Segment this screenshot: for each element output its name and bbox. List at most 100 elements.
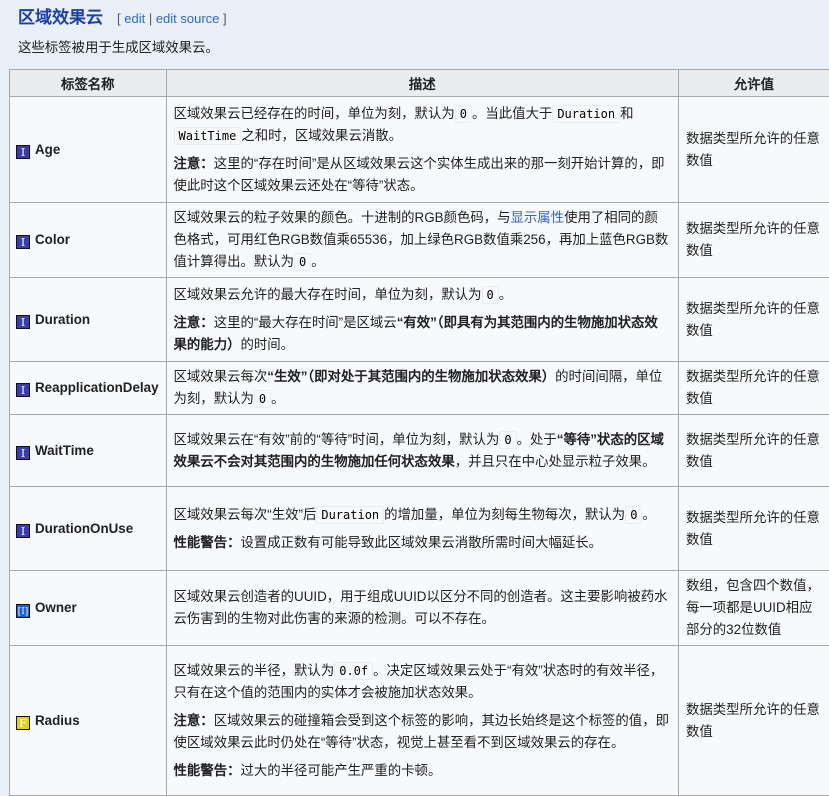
description-text: 。 bbox=[271, 391, 284, 406]
bold-text: “生效”（即对处于其范围内的生物施加状态效果） bbox=[267, 369, 555, 384]
description-text: 区域效果云创造者的UUID，用于组成UUID以区分不同的创造者。这主要影响被药水… bbox=[174, 589, 668, 626]
description-text: 的增加量，单位为刻每生物每次，默认为 bbox=[384, 507, 625, 522]
description-text: 之和时，区域效果云消散。 bbox=[241, 128, 402, 143]
float-tag-icon: F bbox=[16, 716, 30, 730]
intro-text: 这些标签被用于生成区域效果云。 bbox=[18, 36, 219, 56]
tag-name-cell: I Age bbox=[10, 97, 167, 203]
table-row: [I]Owner区域效果云创造者的UUID，用于组成UUID以区分不同的创造者。… bbox=[10, 571, 829, 646]
bold-text: 性能警告： bbox=[174, 763, 241, 778]
description-paragraph: 区域效果云已经存在的时间，单位为刻，默认为0。当此值大于Duration和Wai… bbox=[174, 103, 671, 147]
bold-text: 注意： bbox=[174, 156, 214, 171]
tag-name: Radius bbox=[35, 713, 80, 728]
description-text: 。 bbox=[311, 254, 324, 269]
tag-name-cell: [I]Owner bbox=[10, 571, 167, 646]
header-description: 描述 bbox=[166, 70, 678, 97]
description-text: 的时间。 bbox=[240, 337, 294, 352]
tag-name-cell: I DurationOnUse bbox=[10, 487, 167, 571]
description-text: 。当此值大于 bbox=[472, 106, 552, 121]
inline-code: 0 bbox=[294, 253, 311, 271]
section-heading: 区域效果云 [ edit | edit source ] bbox=[18, 3, 227, 28]
edit-link[interactable]: edit bbox=[124, 11, 145, 26]
allowed-values-cell: 数据类型所允许的任意数值 bbox=[679, 97, 829, 203]
description-paragraph: 区域效果云在“有效”前的“等待”时间，单位为刻，默认为0。处于“等待”状态的区域… bbox=[174, 429, 671, 473]
description-text: 和 bbox=[620, 106, 633, 121]
description-text: 区域效果云的半径，默认为 bbox=[174, 663, 335, 678]
tag-name-cell: I Color bbox=[10, 203, 167, 278]
description-text: ，并且只在中心处显示粒子效果。 bbox=[455, 454, 656, 469]
allowed-values-cell: 数据类型所允许的任意数值 bbox=[679, 415, 829, 487]
separator: | bbox=[145, 11, 156, 26]
tag-name: ReapplicationDelay bbox=[35, 380, 159, 395]
description-text: 。 bbox=[642, 507, 655, 522]
bracket-close: ] bbox=[219, 11, 226, 26]
description-text: 区域效果云的碰撞箱会受到这个标签的影响，其边长始终是这个标签的值，即使区域效果云… bbox=[174, 713, 669, 750]
description-cell: 区域效果云每次“生效”（即对处于其范围内的生物施加状态效果）的时间间隔，单位为刻… bbox=[166, 362, 678, 415]
description-cell: 区域效果云已经存在的时间，单位为刻，默认为0。当此值大于Duration和Wai… bbox=[166, 97, 678, 203]
description-paragraph: 区域效果云每次“生效”后Duration的增加量，单位为刻每生物每次，默认为0。 bbox=[174, 504, 671, 526]
tag-name: WaitTime bbox=[35, 443, 94, 458]
description-cell: 区域效果云创造者的UUID，用于组成UUID以区分不同的创造者。这主要影响被药水… bbox=[166, 571, 678, 646]
bold-text: 注意： bbox=[174, 713, 214, 728]
tag-name: Duration bbox=[35, 312, 90, 327]
allowed-values-cell: 数据类型所允许的任意数值 bbox=[679, 278, 829, 362]
description-cell: 区域效果云的粒子效果的颜色。十进制的RGB颜色码，与显示属性使用了相同的颜色格式… bbox=[166, 203, 678, 278]
table-row: I Color 区域效果云的粒子效果的颜色。十进制的RGB颜色码，与显示属性使用了相… bbox=[10, 203, 829, 278]
int-tag-icon: I bbox=[16, 524, 30, 538]
description-text: 这里的“最大存在时间”是区域云 bbox=[214, 315, 397, 330]
inline-code: 0 bbox=[625, 506, 642, 524]
inline-code: Duration bbox=[552, 105, 620, 123]
description-cell: 区域效果云的半径，默认为0.0f。决定区域效果云处于“有效”状态时的有效半径，只… bbox=[166, 646, 678, 796]
table-row: I DurationOnUse 区域效果云每次“生效”后Duration的增加量，单… bbox=[10, 487, 829, 571]
table-row: F Radius 区域效果云的半径，默认为0.0f。决定区域效果云处于“有效”状态时… bbox=[10, 646, 829, 796]
description-paragraph: 区域效果云创造者的UUID，用于组成UUID以区分不同的创造者。这主要影响被药水… bbox=[174, 586, 671, 630]
header-tag-name: 标签名称 bbox=[10, 70, 167, 97]
description-paragraph: 注意：这里的“存在时间”是从区域效果云这个实体生成出来的那一刻开始计算的，即使此… bbox=[174, 153, 671, 197]
description-paragraph: 注意：这里的“最大存在时间”是区域云“有效”（即具有为其范围内的生物施加状态效果… bbox=[174, 312, 671, 356]
allowed-values-cell: 数据类型所允许的任意数值 bbox=[679, 203, 829, 278]
inline-code: Duration bbox=[316, 506, 384, 524]
int-tag-icon: I bbox=[16, 235, 30, 249]
int-tag-icon: I bbox=[16, 446, 30, 460]
description-cell: 区域效果云在“有效”前的“等待”时间，单位为刻，默认为0。处于“等待”状态的区域… bbox=[166, 415, 678, 487]
description-text: 区域效果云的粒子效果的颜色。十进制的RGB颜色码，与 bbox=[174, 210, 511, 225]
int-array-tag-icon: [I] bbox=[16, 604, 30, 618]
description-text: 过大的半径可能产生严重的卡顿。 bbox=[240, 763, 441, 778]
description-text: 区域效果云在“有效”前的“等待”时间，单位为刻，默认为 bbox=[174, 432, 500, 447]
description-text: 。处于 bbox=[517, 432, 557, 447]
table-row: I ReapplicationDelay 区域效果云每次“生效”（即对处于其范围内的… bbox=[10, 362, 829, 415]
edit-source-link[interactable]: edit source bbox=[156, 11, 220, 26]
table-row: I Age 区域效果云已经存在的时间，单位为刻，默认为0。当此值大于Duration… bbox=[10, 97, 829, 203]
tag-name: Age bbox=[35, 142, 60, 157]
description-text: 这里的“存在时间”是从区域效果云这个实体生成出来的那一刻开始计算的，即使此时这个… bbox=[174, 156, 665, 193]
description-cell: 区域效果云每次“生效”后Duration的增加量，单位为刻每生物每次，默认为0。… bbox=[166, 487, 678, 571]
description-text: 区域效果云已经存在的时间，单位为刻，默认为 bbox=[174, 106, 455, 121]
wiki-link[interactable]: 显示属性 bbox=[511, 210, 565, 225]
tag-table: 标签名称 描述 允许值 IAge区域效果云已经存在的时间，单位为刻，默认为0。当… bbox=[9, 69, 829, 796]
int-tag-icon: I bbox=[16, 145, 30, 159]
description-text: 。 bbox=[499, 287, 512, 302]
tag-name: Color bbox=[35, 232, 70, 247]
edit-links: [ edit | edit source ] bbox=[117, 11, 227, 26]
description-paragraph: 注意：区域效果云的碰撞箱会受到这个标签的影响，其边长始终是这个标签的值，即使区域… bbox=[174, 710, 671, 754]
description-paragraph: 区域效果云的半径，默认为0.0f。决定区域效果云处于“有效”状态时的有效半径，只… bbox=[174, 660, 671, 704]
header-allowed-values: 允许值 bbox=[679, 70, 829, 97]
description-paragraph: 区域效果云每次“生效”（即对处于其范围内的生物施加状态效果）的时间间隔，单位为刻… bbox=[174, 366, 671, 410]
int-tag-icon: I bbox=[16, 315, 30, 329]
section-title: 区域效果云 bbox=[18, 3, 103, 28]
inline-code: 0.0f bbox=[334, 662, 373, 680]
bold-text: 性能警告： bbox=[174, 535, 241, 550]
inline-code: 0 bbox=[482, 286, 499, 304]
tag-name: DurationOnUse bbox=[35, 521, 133, 536]
description-paragraph: 性能警告：设置成正数有可能导致此区域效果云消散所需时间大幅延长。 bbox=[174, 532, 671, 554]
allowed-values-cell: 数据类型所允许的任意数值 bbox=[679, 362, 829, 415]
int-tag-icon: I bbox=[16, 383, 30, 397]
inline-code: 0 bbox=[455, 105, 472, 123]
inline-code: 0 bbox=[499, 431, 516, 449]
description-paragraph: 区域效果云的粒子效果的颜色。十进制的RGB颜色码，与显示属性使用了相同的颜色格式… bbox=[174, 207, 671, 273]
tag-name-cell: F Radius bbox=[10, 646, 167, 796]
allowed-values-cell: 数据类型所允许的任意数值 bbox=[679, 487, 829, 571]
bold-text: 注意： bbox=[174, 315, 214, 330]
description-cell: 区域效果云允许的最大存在时间，单位为刻，默认为0。注意：这里的“最大存在时间”是… bbox=[166, 278, 678, 362]
description-text: 区域效果云每次 bbox=[174, 369, 268, 384]
tag-name-cell: I WaitTime bbox=[10, 415, 167, 487]
